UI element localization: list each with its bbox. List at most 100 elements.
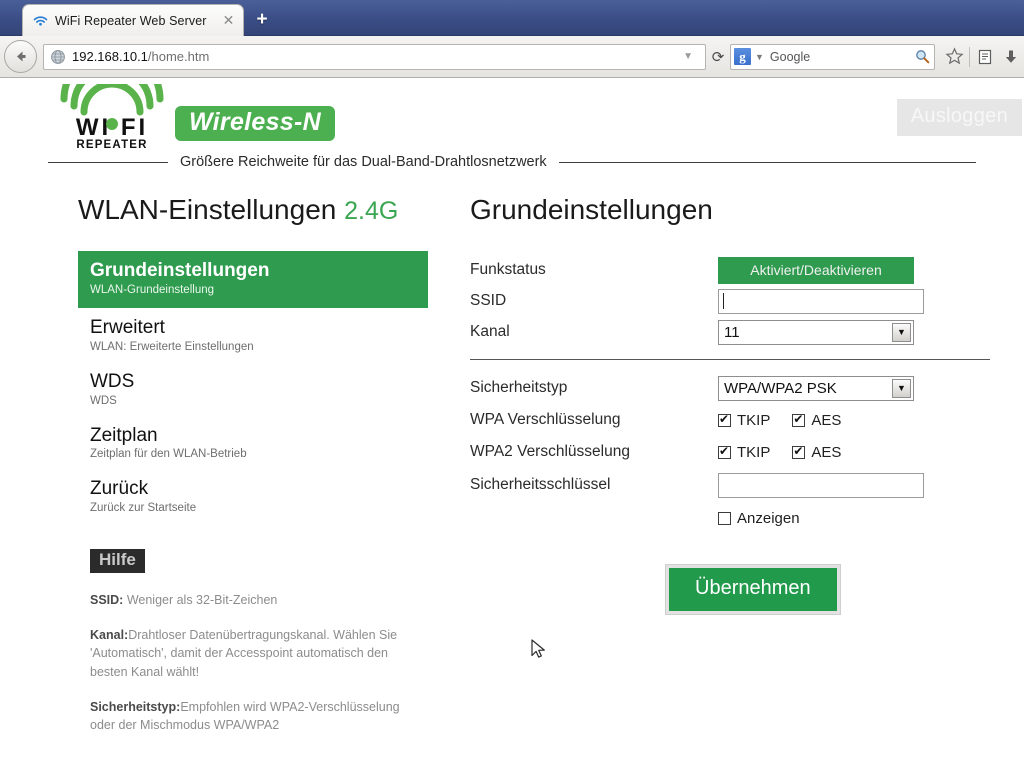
row-anzeigen: Anzeigen (470, 504, 990, 532)
close-icon[interactable]: ✕ (220, 12, 237, 29)
toggle-radio-button[interactable]: Aktiviert/Deaktivieren (718, 256, 914, 284)
field-wpa2-encryption: TKIP AES (718, 444, 990, 461)
tagline-rule-right (558, 161, 976, 163)
label-kanal: Kanal (470, 323, 510, 340)
wifi-icon (33, 16, 48, 26)
field-funkstatus: Aktiviert/Deaktivieren (718, 256, 990, 284)
show-password-label: Anzeigen (737, 509, 800, 527)
apply-button[interactable]: Übernehmen (666, 565, 840, 614)
field-wpa-encryption: TKIP AES (718, 412, 990, 429)
wpa-tkip-label: TKIP (737, 411, 771, 429)
tagline-text: Größere Reichweite für das Dual-Band-Dra… (180, 154, 547, 170)
sidebar-item-zeitplan[interactable]: Zeitplan Zeitplan für den WLAN-Betrieb (78, 416, 428, 470)
star-icon (944, 47, 964, 65)
wpa2-tkip-label: TKIP (737, 443, 771, 461)
reader-button[interactable] (972, 44, 998, 70)
chevron-down-icon[interactable]: ▼ (892, 378, 911, 398)
back-button[interactable] (4, 40, 37, 73)
row-wpa-encryption: WPA Verschlüsselung TKIP AES (470, 406, 990, 434)
new-tab-button[interactable]: + (251, 9, 273, 31)
back-arrow-icon (17, 51, 26, 62)
field-anzeigen: Anzeigen (718, 510, 990, 527)
row-kanal: Kanal 11 ▼ (470, 318, 990, 346)
url-path: /home.htm (147, 49, 210, 64)
wireless-n-badge: Wireless-N (175, 106, 335, 141)
page-content: WI FI REPEATER Wireless-N Ausloggen Größ… (0, 78, 1024, 769)
reload-icon[interactable]: ⟳ (710, 48, 726, 66)
label-wpa2-encryption: WPA2 Verschlüsselung (470, 443, 630, 460)
help-term: Kanal: (90, 628, 129, 643)
google-icon[interactable]: g (734, 48, 751, 65)
settings-form: Funkstatus Aktiviert/Deaktivieren SSID K… (470, 256, 990, 614)
section-divider (470, 359, 990, 360)
search-icon[interactable] (914, 48, 931, 65)
row-wpa2-encryption: WPA2 Verschlüsselung TKIP AES (470, 438, 990, 466)
sidebar-item-label: Erweitert (90, 316, 165, 338)
sidebar-title: WLAN-Einstellungen 2.4G (78, 194, 428, 226)
site-header: WI FI REPEATER Wireless-N Ausloggen Größ… (0, 78, 1024, 173)
help-sicherheitstyp: Sicherheitstyp:Empfohlen wird WPA2-Versc… (90, 698, 428, 734)
logo-subtext: REPEATER (76, 139, 148, 151)
label-sicherheitsschluessel: Sicherheitsschlüssel (470, 476, 611, 493)
logo-dot-icon (106, 118, 118, 130)
chevron-down-icon[interactable]: ▼ (755, 52, 764, 62)
sidebar-item-erweitert[interactable]: Erweitert WLAN: Erweiterte Einstellungen (78, 308, 428, 362)
sidebar-item-wds[interactable]: WDS WDS (78, 362, 428, 416)
row-funkstatus: Funkstatus Aktiviert/Deaktivieren (470, 256, 990, 284)
field-sicherheitsschluessel (718, 472, 990, 498)
mouse-cursor-icon (531, 639, 545, 658)
wpa-aes-label: AES (811, 411, 842, 429)
address-bar[interactable]: 192.168.10.1/home.htm ▼ (43, 43, 706, 70)
chevron-down-icon[interactable]: ▼ (683, 51, 693, 62)
page-title: Grundeinstellungen (470, 194, 713, 225)
security-type-value: WPA/WPA2 PSK (724, 379, 837, 397)
globe-icon (51, 49, 65, 64)
channel-value: 11 (724, 323, 740, 341)
download-icon (1005, 50, 1017, 63)
sidebar-item-grundeinstellungen[interactable]: Grundeinstellungen WLAN-Grundeinstellung (78, 251, 428, 308)
wpa-aes-checkbox[interactable] (792, 412, 806, 427)
sidebar-item-sublabel: WLAN: Erweiterte Einstellungen (90, 340, 254, 353)
reader-icon (978, 49, 992, 64)
tagline-row: Größere Reichweite für das Dual-Band-Dra… (48, 154, 976, 170)
logout-button[interactable]: Ausloggen (896, 99, 1022, 136)
security-type-select[interactable]: WPA/WPA2 PSK ▼ (718, 375, 914, 401)
sidebar-item-sublabel: WDS (90, 394, 117, 407)
wpa-tkip-checkbox[interactable] (718, 412, 731, 427)
search-bar[interactable]: g ▼ Google (730, 43, 935, 70)
field-sicherheitstyp: WPA/WPA2 PSK ▼ (718, 375, 990, 401)
tab-title: WiFi Repeater Web Server (55, 13, 207, 28)
channel-select[interactable]: 11 ▼ (718, 319, 914, 345)
label-ssid: SSID (470, 292, 507, 309)
sidebar-item-label: Grundeinstellungen (90, 260, 270, 281)
sidebar-menu: Grundeinstellungen WLAN-Grundeinstellung… (78, 251, 428, 523)
help-ssid: SSID: Weniger als 32-Bit-Zeichen (90, 591, 428, 609)
wpa2-tkip-checkbox[interactable] (718, 444, 731, 459)
security-key-input[interactable] (718, 472, 924, 498)
submit-row: Übernehmen (470, 565, 990, 614)
field-kanal: 11 ▼ (718, 319, 990, 345)
sidebar-item-sublabel: WLAN-Grundeinstellung (90, 283, 215, 296)
row-sicherheitstyp: Sicherheitstyp WPA/WPA2 PSK ▼ (470, 374, 990, 402)
chevron-down-icon[interactable]: ▼ (892, 322, 911, 342)
search-input[interactable]: Google (770, 50, 914, 64)
help-kanal: Kanal:Drahtloser Datenübertragungskanal.… (90, 626, 428, 680)
sidebar-item-label: Zeitplan (90, 424, 158, 446)
ssid-input[interactable] (718, 288, 924, 314)
row-sicherheitsschluessel: Sicherheitsschlüssel (470, 471, 990, 499)
logo: WI FI REPEATER (48, 78, 176, 156)
bookmark-button[interactable] (941, 44, 967, 70)
browser-tab[interactable]: WiFi Repeater Web Server ✕ (22, 4, 244, 36)
wpa2-aes-checkbox[interactable] (792, 444, 806, 459)
url-text: 192.168.10.1/home.htm (72, 49, 681, 64)
browser-titlebar: WiFi Repeater Web Server ✕ + (0, 0, 1024, 36)
sidebar: WLAN-Einstellungen 2.4G Grundeinstellung… (78, 194, 428, 734)
show-password-checkbox[interactable] (718, 511, 731, 525)
sidebar-item-sublabel: Zurück zur Startseite (90, 502, 197, 515)
help-text: Drahtloser Datenübertragungskanal. Wähle… (90, 628, 398, 679)
sidebar-item-sublabel: Zeitplan für den WLAN-Betrieb (90, 448, 247, 461)
sidebar-item-zurueck[interactable]: Zurück Zurück zur Startseite (78, 469, 428, 523)
label-wpa-encryption: WPA Verschlüsselung (470, 411, 621, 428)
download-button[interactable] (998, 44, 1024, 70)
row-ssid: SSID (470, 287, 990, 315)
